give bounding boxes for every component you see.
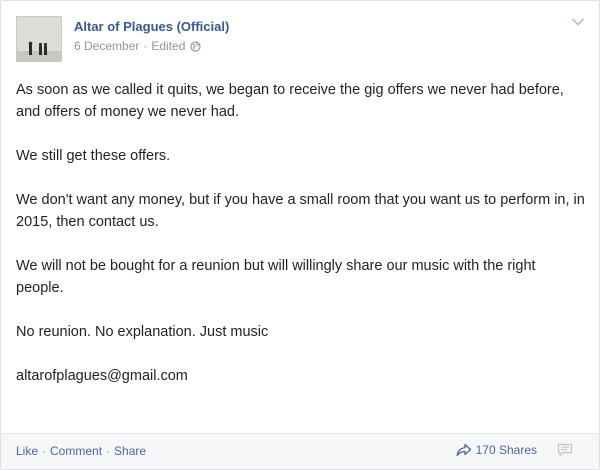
- post-actions: Like · Comment · Share: [16, 444, 146, 458]
- post-paragraph: We don't want any money, but if you have…: [16, 192, 585, 230]
- avatar[interactable]: [16, 16, 62, 62]
- post-email: altarofplagues@gmail.com: [16, 368, 188, 384]
- post-meta: 6 December · Edited: [74, 39, 202, 53]
- post-paragraph: As soon as we called it quits, we began …: [16, 82, 564, 120]
- share-arrow-icon: [456, 443, 471, 457]
- action-separator: ·: [42, 444, 47, 458]
- post-footer: Like · Comment · Share 170 Shares: [1, 433, 599, 469]
- post-body: As soon as we called it quits, we began …: [16, 79, 586, 387]
- page-name-link[interactable]: Altar of Plagues (Official): [74, 19, 229, 34]
- post-header: Altar of Plagues (Official) 6 December ·…: [16, 15, 586, 62]
- meta-separator: ·: [143, 39, 148, 53]
- post-paragraph: We will not be bought for a reunion but …: [16, 258, 536, 296]
- like-button[interactable]: Like: [16, 444, 38, 458]
- shares-count: 170 Shares: [475, 443, 537, 457]
- chevron-down-icon[interactable]: [571, 14, 585, 26]
- post-date[interactable]: 6 December: [74, 39, 139, 53]
- action-separator: ·: [106, 444, 111, 458]
- post-card: Altar of Plagues (Official) 6 December ·…: [0, 0, 600, 470]
- comment-button[interactable]: Comment: [50, 444, 102, 458]
- comment-bubble-icon[interactable]: [557, 443, 573, 457]
- shares-count-link[interactable]: 170 Shares: [456, 443, 537, 457]
- post-paragraph: We still get these offers.: [16, 148, 171, 164]
- post-paragraph: No reunion. No explanation. Just music: [16, 324, 269, 340]
- share-button[interactable]: Share: [114, 444, 146, 458]
- edited-label[interactable]: Edited: [151, 39, 185, 53]
- globe-icon[interactable]: [190, 40, 202, 52]
